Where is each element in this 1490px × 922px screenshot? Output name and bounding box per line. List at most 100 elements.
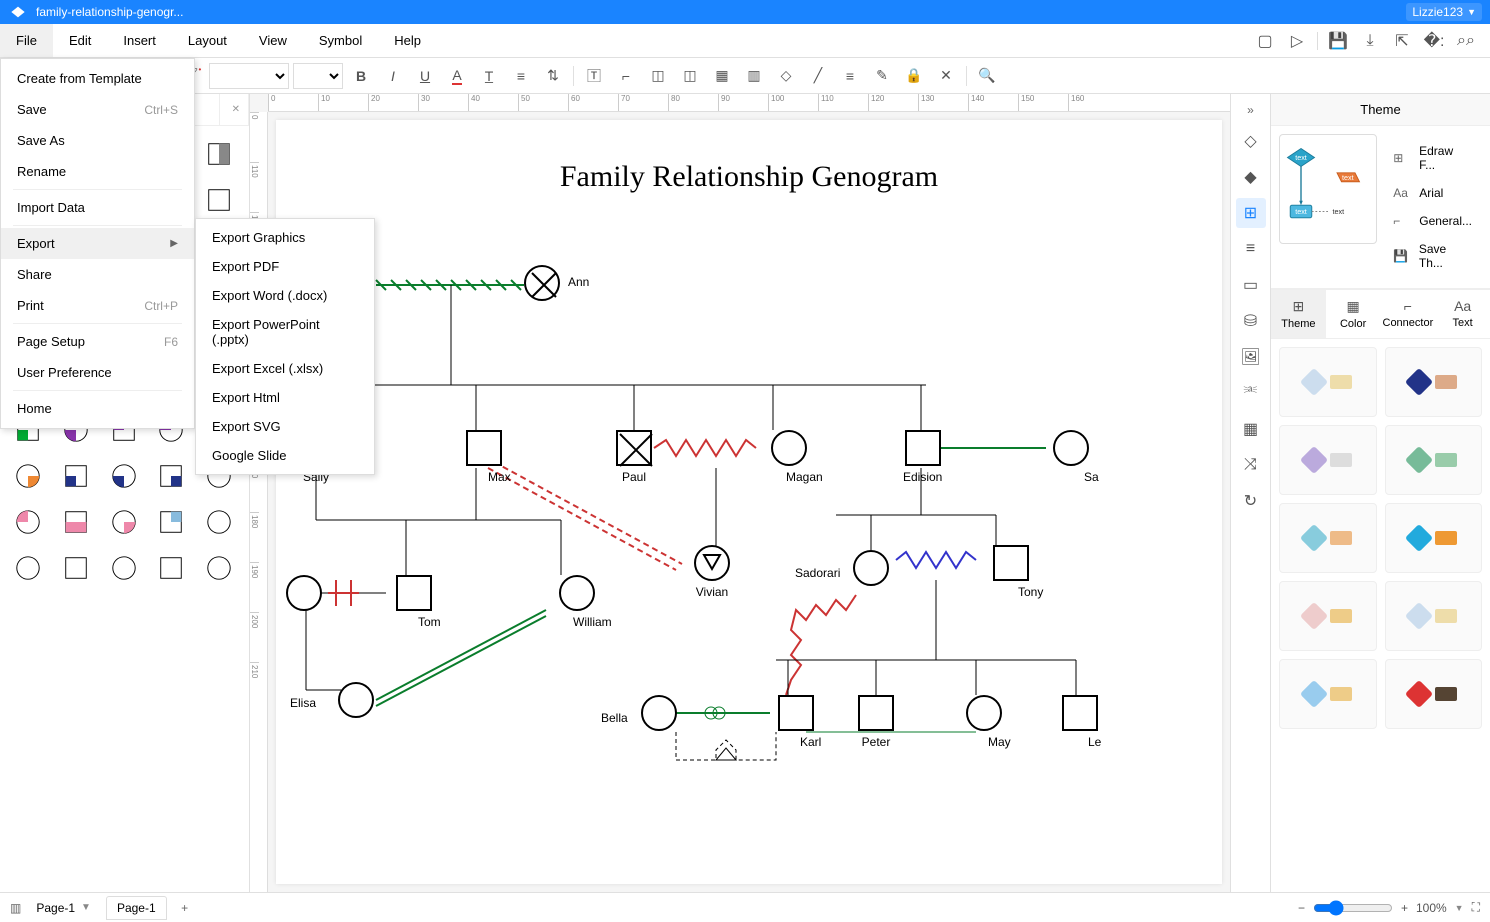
org-icon[interactable]: ⎃	[1236, 378, 1266, 408]
menu-rename[interactable]: Rename	[1, 156, 194, 187]
focus-mode-icon[interactable]: ▢	[1253, 29, 1277, 53]
shape-circle7[interactable]	[104, 548, 144, 588]
save-icon[interactable]: 💾	[1326, 29, 1350, 53]
theme-tab-text[interactable]: AaText	[1435, 290, 1490, 338]
shape-circle8[interactable]	[199, 548, 239, 588]
node-paul[interactable]: Paul	[616, 430, 652, 484]
node-edision[interactable]: Edision	[903, 430, 942, 484]
fill-icon[interactable]: ◇	[772, 62, 800, 90]
menu-symbol[interactable]: Symbol	[303, 24, 378, 57]
share-icon[interactable]: �:	[1422, 29, 1446, 53]
shape-circle-navy[interactable]	[104, 456, 144, 496]
font-family-select[interactable]	[209, 63, 289, 89]
theme-preset[interactable]	[1279, 503, 1377, 573]
theme-preset[interactable]	[1385, 581, 1483, 651]
history-icon[interactable]: ↻	[1236, 486, 1266, 516]
play-icon[interactable]: ▷	[1285, 29, 1309, 53]
theme-preset[interactable]	[1385, 425, 1483, 495]
node-magan[interactable]: Magan	[756, 430, 823, 484]
menu-edit[interactable]: Edit	[53, 24, 107, 57]
shape-square-half[interactable]	[199, 134, 239, 174]
export-svg[interactable]: Export SVG	[196, 412, 374, 441]
theme-preset[interactable]	[1279, 347, 1377, 417]
line-spacing-icon[interactable]: ⇅	[539, 62, 567, 90]
shape-square6[interactable]	[151, 548, 191, 588]
group-icon[interactable]: ◫	[644, 62, 672, 90]
export-ppt[interactable]: Export PowerPoint (.pptx)	[196, 310, 374, 354]
ungroup-icon[interactable]: ◫	[676, 62, 704, 90]
export-html[interactable]: Export Html	[196, 383, 374, 412]
shapes-tab-close[interactable]: ✕	[220, 94, 249, 125]
menu-help[interactable]: Help	[378, 24, 437, 57]
align-icon[interactable]: ≡	[507, 62, 535, 90]
underline-icon[interactable]: U	[411, 62, 439, 90]
menu-home[interactable]: Home	[1, 393, 194, 424]
menu-import-data[interactable]: Import Data	[1, 192, 194, 223]
menu-export[interactable]: Export▶	[1, 228, 194, 259]
theme-opt-save[interactable]: 💾Save Th...	[1391, 238, 1474, 274]
export-icon[interactable]: ⇱	[1390, 29, 1414, 53]
node-anon1[interactable]	[286, 575, 322, 611]
shape-square5[interactable]	[56, 548, 96, 588]
shape-square-pink[interactable]	[56, 502, 96, 542]
node-sa[interactable]: Sa	[1044, 430, 1099, 484]
theme-opt-edraw-font[interactable]: ⊞Edraw F...	[1391, 140, 1474, 176]
shape-circle-pink2[interactable]	[104, 502, 144, 542]
node-karl[interactable]: Karl	[770, 695, 821, 749]
node-le[interactable]: Le	[1058, 695, 1101, 749]
theme-tab-connector[interactable]: ⌐Connector	[1381, 290, 1436, 338]
theme-preset[interactable]	[1279, 581, 1377, 651]
menu-view[interactable]: View	[243, 24, 303, 57]
text-tool-icon[interactable]: 🅃	[580, 62, 608, 90]
theme-preset[interactable]	[1385, 503, 1483, 573]
line-style-icon[interactable]: ≡	[836, 62, 864, 90]
drawing-canvas[interactable]: Family Relationship Genogram	[276, 120, 1222, 884]
image-icon[interactable]: 🖼	[1236, 342, 1266, 372]
page-selector[interactable]: Page-1 ▼	[29, 898, 98, 918]
menu-insert[interactable]: Insert	[107, 24, 172, 57]
collapse-right-icon[interactable]: »	[1236, 100, 1266, 120]
menu-page-setup[interactable]: Page SetupF6	[1, 326, 194, 357]
theme-preset[interactable]	[1279, 659, 1377, 729]
shuffle-icon[interactable]: ⤨	[1236, 450, 1266, 480]
styles-icon[interactable]: ◆	[1236, 162, 1266, 192]
node-elisa[interactable]: Elisa	[338, 682, 374, 718]
data-icon[interactable]: ⛁	[1236, 306, 1266, 336]
add-page-button[interactable]: +	[175, 901, 195, 915]
export-pdf[interactable]: Export PDF	[196, 252, 374, 281]
line-icon[interactable]: ╱	[804, 62, 832, 90]
binoculars-icon[interactable]: ⌕⌕	[1454, 29, 1478, 53]
menu-share[interactable]: Share	[1, 259, 194, 290]
zoom-in-button[interactable]: +	[1401, 901, 1408, 915]
layers-icon[interactable]: ≡	[1236, 234, 1266, 264]
align-objects-icon[interactable]: ▦	[708, 62, 736, 90]
node-may[interactable]: May	[958, 695, 1011, 749]
menu-user-preference[interactable]: User Preference	[1, 357, 194, 388]
connector-icon[interactable]: ⌐	[612, 62, 640, 90]
grid-icon[interactable]: ▦	[1236, 414, 1266, 444]
download-icon[interactable]: ⤓	[1358, 29, 1382, 53]
theme-opt-arial[interactable]: AaArial	[1391, 182, 1474, 204]
fullscreen-icon[interactable]: ⛶	[1472, 900, 1480, 915]
export-word[interactable]: Export Word (.docx)	[196, 281, 374, 310]
node-peter[interactable]: Peter	[858, 695, 894, 749]
zoom-level[interactable]: 100%	[1416, 901, 1447, 915]
menu-file[interactable]: File	[0, 24, 53, 57]
user-menu[interactable]: Lizzie123 ▼	[1406, 3, 1482, 21]
node-tony[interactable]: Tony	[978, 545, 1043, 599]
page-layout-icon[interactable]: ▭	[1236, 270, 1266, 300]
theme-tab-color[interactable]: ▦Color	[1326, 290, 1381, 338]
fill-tool-icon[interactable]: ◇	[1236, 126, 1266, 156]
theme-preset[interactable]	[1385, 347, 1483, 417]
pages-icon[interactable]: ▥	[10, 901, 21, 915]
export-google-slide[interactable]: Google Slide	[196, 441, 374, 470]
export-excel[interactable]: Export Excel (.xlsx)	[196, 354, 374, 383]
font-color-icon[interactable]: A	[443, 62, 471, 90]
menu-save-as[interactable]: Save As	[1, 125, 194, 156]
theme-preset[interactable]	[1385, 659, 1483, 729]
menu-save[interactable]: SaveCtrl+S	[1, 94, 194, 125]
theme-opt-general[interactable]: ⌐General...	[1391, 210, 1474, 232]
lock-icon[interactable]: 🔒	[900, 62, 928, 90]
search-icon[interactable]: 🔍	[973, 62, 1001, 90]
menu-print[interactable]: PrintCtrl+P	[1, 290, 194, 321]
